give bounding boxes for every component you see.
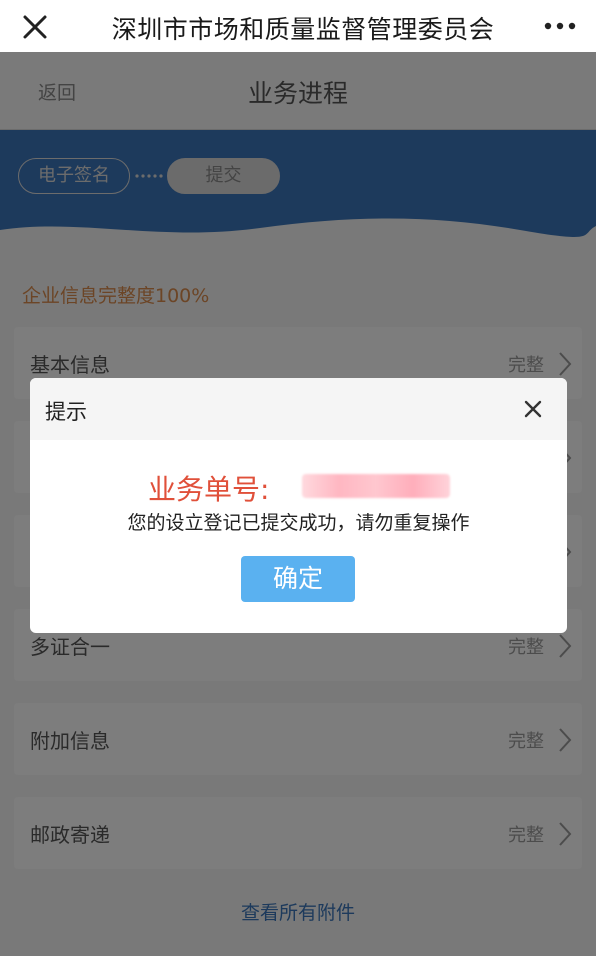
dialog-message: 您的设立登记已提交成功，请勿重复操作 — [127, 512, 470, 534]
wechat-top-bar: 深圳市市场和质量监督管理委员会 — [0, 0, 596, 52]
dialog-title: 提示 — [45, 400, 87, 424]
close-icon[interactable] — [20, 12, 50, 42]
alert-dialog: 提示 业务单号: 您的设立登记已提交成功，请勿重复操作 确定 — [30, 378, 567, 633]
more-icon[interactable] — [544, 21, 576, 31]
confirm-button[interactable]: 确定 — [241, 556, 355, 602]
redacted-order-number — [302, 474, 450, 498]
close-icon[interactable] — [523, 399, 543, 419]
dialog-header: 提示 — [30, 378, 567, 440]
page-title: 深圳市市场和质量监督管理委员会 — [111, 15, 495, 44]
order-number-label: 业务单号: — [148, 473, 270, 506]
